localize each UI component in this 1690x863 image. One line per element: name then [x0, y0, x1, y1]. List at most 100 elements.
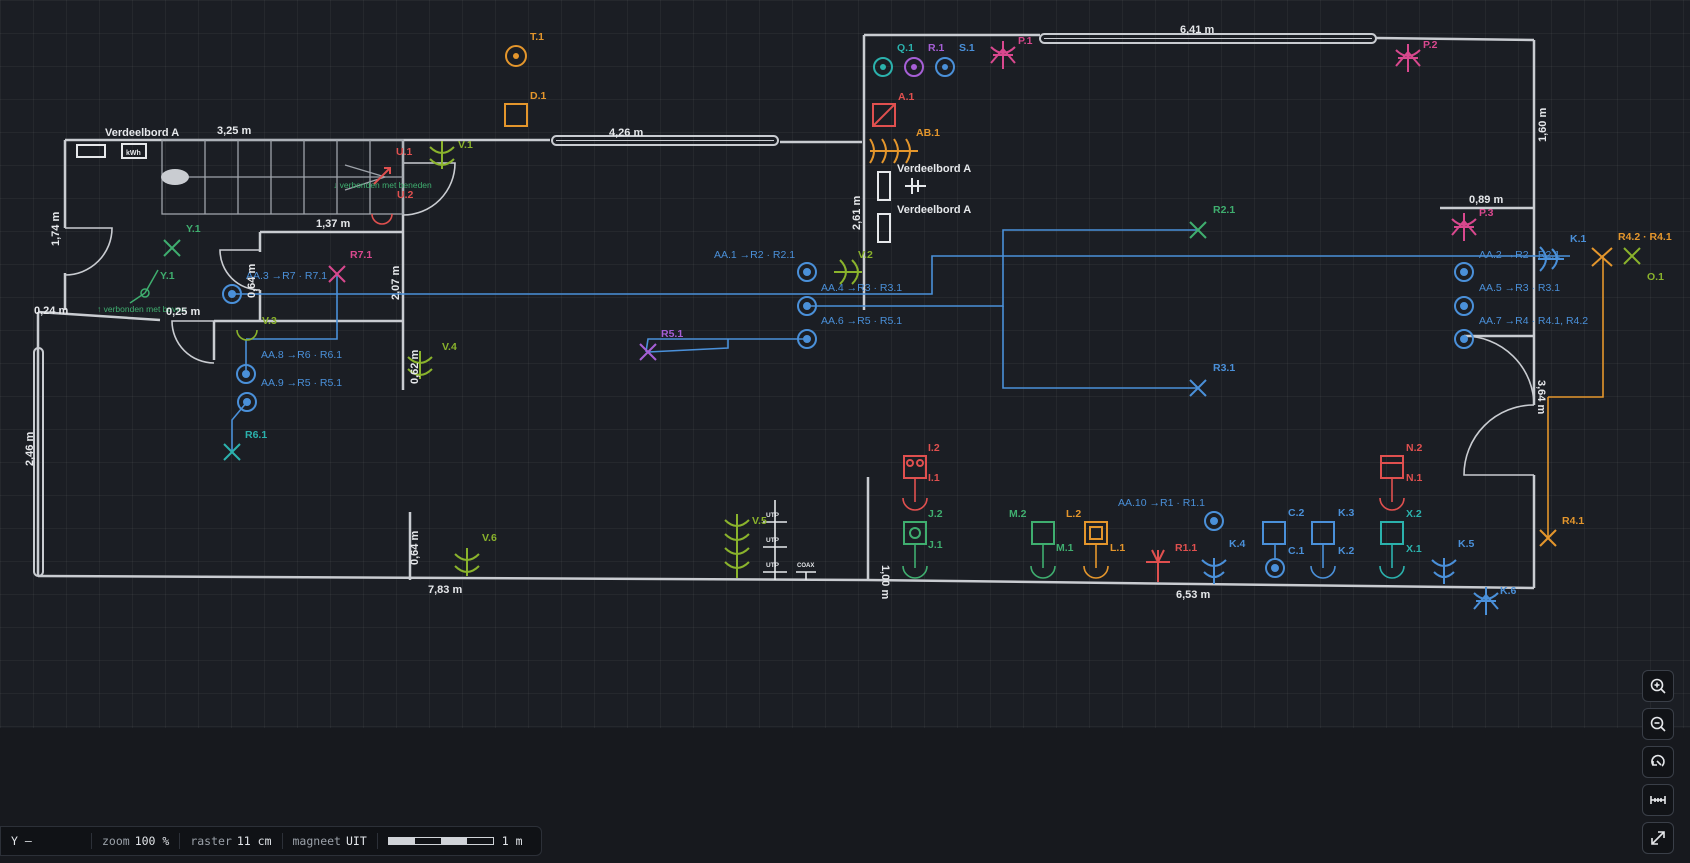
label-K6: K.6 — [1500, 585, 1517, 597]
zoom-value: 100 % — [134, 834, 170, 848]
circuit-labels: AA.1 →R2 · R2.1 AA.2 →R2 · R2.1 AA.3 →R7… — [246, 249, 1588, 509]
fit-screen-button[interactable] — [1642, 822, 1674, 854]
label-AA6: AA.6 →R5 · R5.1 — [821, 315, 902, 327]
label-P3: P.3 — [1479, 207, 1494, 219]
beneden-note: ↓ verbonden met beneden — [333, 180, 432, 190]
floor-plan[interactable]: T.1 D.1 Q.1 R.1 S.1 P.1 P.2 P.3 A.1 AB.1… — [0, 0, 1690, 863]
label-R41: R4.1 — [1562, 515, 1584, 527]
raster-label: raster — [190, 834, 232, 848]
label-A1: A.1 — [898, 91, 915, 103]
raster-readout[interactable]: raster 11 cm — [180, 833, 283, 849]
label-P2: P.2 — [1423, 39, 1438, 51]
rotate-button[interactable] — [1642, 746, 1674, 778]
dim-137: 1,37 m — [316, 218, 350, 230]
floor-connectors — [129, 269, 159, 304]
label-X2: X.2 — [1406, 508, 1422, 520]
dim-024: 0,24 m — [34, 305, 68, 317]
verdeelbord-label-1: Verdeelbord A — [105, 127, 179, 139]
label-AA4: AA.4 →R3 · R3.1 — [821, 282, 902, 294]
label-V1: V.1 — [458, 139, 473, 151]
label-R1: R.1 — [928, 42, 945, 54]
label-U1: U.1 — [396, 146, 413, 158]
zoom-label: zoom — [102, 834, 130, 848]
zoom-out-button[interactable] — [1642, 708, 1674, 740]
label-R71: R7.1 — [350, 249, 372, 261]
coax-label: COAX — [797, 563, 814, 569]
label-AA10: AA.10 →R1 · R1.1 — [1118, 497, 1205, 509]
label-X1: X.1 — [1406, 543, 1422, 555]
ruler-icon — [1650, 796, 1666, 804]
dim-641: 6,41 m — [1180, 24, 1214, 36]
dim-364: 3,64 m — [1535, 380, 1547, 414]
dim-246: 2,46 m — [24, 432, 36, 466]
utp-label-1: UTP — [766, 512, 780, 519]
label-L2: L.2 — [1066, 508, 1081, 520]
label-P1: P.1 — [1018, 35, 1033, 47]
magneet-label: magneet — [292, 834, 341, 848]
label-O1: O.1 — [1647, 271, 1664, 283]
label-K5: K.5 — [1458, 538, 1475, 550]
scale-value: 1 m — [501, 834, 523, 848]
label-K2: K.2 — [1338, 545, 1355, 557]
label-J2: J.2 — [928, 508, 943, 520]
feed-lines — [236, 213, 1405, 579]
dim-653: 6,53 m — [1176, 589, 1210, 601]
dim-089: 0,89 m — [1469, 194, 1503, 206]
label-R51: R5.1 — [661, 328, 683, 340]
label-T1: T.1 — [530, 31, 544, 43]
label-S1: S.1 — [959, 42, 975, 54]
verdeelbord-label-3: Verdeelbord A — [897, 204, 971, 216]
label-R31: R3.1 — [1213, 362, 1235, 374]
dim-160: 1,60 m — [1537, 108, 1549, 142]
switch-symbols[interactable] — [373, 41, 1564, 615]
label-R21: R2.1 — [1213, 204, 1235, 216]
dim-174: 1,74 m — [50, 212, 62, 246]
label-AA5: AA.5 →R3 · R3.1 — [1479, 282, 1560, 294]
label-U2: U.2 — [397, 189, 414, 201]
qrs-sockets[interactable] — [505, 45, 955, 77]
label-M2: M.2 — [1009, 508, 1027, 520]
dim-783: 7,83 m — [428, 584, 462, 596]
kwh-label: kWh — [126, 150, 141, 157]
utp-label-2: UTP — [766, 537, 780, 544]
label-N2: N.2 — [1406, 442, 1423, 454]
dim-426: 4,26 m — [609, 127, 643, 139]
label-I2: I.2 — [928, 442, 940, 454]
label-Q1: Q.1 — [897, 42, 914, 54]
label-D1: D.1 — [530, 90, 547, 102]
label-V4: V.4 — [442, 341, 457, 353]
verdeelbord-label-2: Verdeelbord A — [897, 163, 971, 175]
light-points[interactable] — [163, 221, 1641, 547]
windows — [33, 33, 1377, 577]
label-AA7: AA.7 →R4 · R4.1, R4.2 — [1479, 315, 1588, 327]
dim-261: 2,61 m — [851, 196, 863, 230]
label-I1: I.1 — [928, 472, 940, 484]
walls — [36, 33, 1536, 590]
label-C1: C.1 — [1288, 545, 1305, 557]
magneet-toggle[interactable]: magneet UIT — [283, 833, 378, 849]
label-N1: N.1 — [1406, 472, 1423, 484]
dim-062: 0,62 m — [409, 350, 421, 384]
dimension-labels: 3,25 m 4,26 m 6,41 m 1,60 m 0,89 m 1,37 … — [24, 24, 1549, 601]
label-J1: J.1 — [928, 539, 943, 551]
dim-064b: 0,64 m — [409, 531, 421, 565]
expand-icon — [1651, 831, 1665, 845]
dim-325: 3,25 m — [217, 125, 251, 137]
rotate-icon — [1651, 754, 1665, 767]
label-AA2: AA.2 →R2 · R2.1 — [1479, 249, 1560, 261]
label-AA3: AA.3 →R7 · R7.1 — [246, 270, 327, 282]
scale-bar-graphic — [387, 837, 494, 845]
label-K3: K.3 — [1338, 507, 1355, 519]
dim-064a: 0,64 m — [246, 264, 258, 298]
label-C2: C.2 — [1288, 507, 1305, 519]
status-bar: Y – zoom 100 % raster 11 cm magneet UIT 1 m — [0, 826, 542, 856]
zoom-in-button[interactable] — [1642, 670, 1674, 702]
label-L1: L.1 — [1110, 542, 1125, 554]
static-labels: Verdeelbord A Verdeelbord A Verdeelbord … — [97, 127, 971, 569]
measure-button[interactable] — [1642, 784, 1674, 816]
axis-value: Y – — [11, 834, 32, 848]
utp-label-3: UTP — [766, 562, 780, 569]
label-Y1b: Y.1 — [160, 270, 175, 282]
label-V6: V.6 — [482, 532, 497, 544]
zoom-in-icon — [1650, 678, 1666, 694]
